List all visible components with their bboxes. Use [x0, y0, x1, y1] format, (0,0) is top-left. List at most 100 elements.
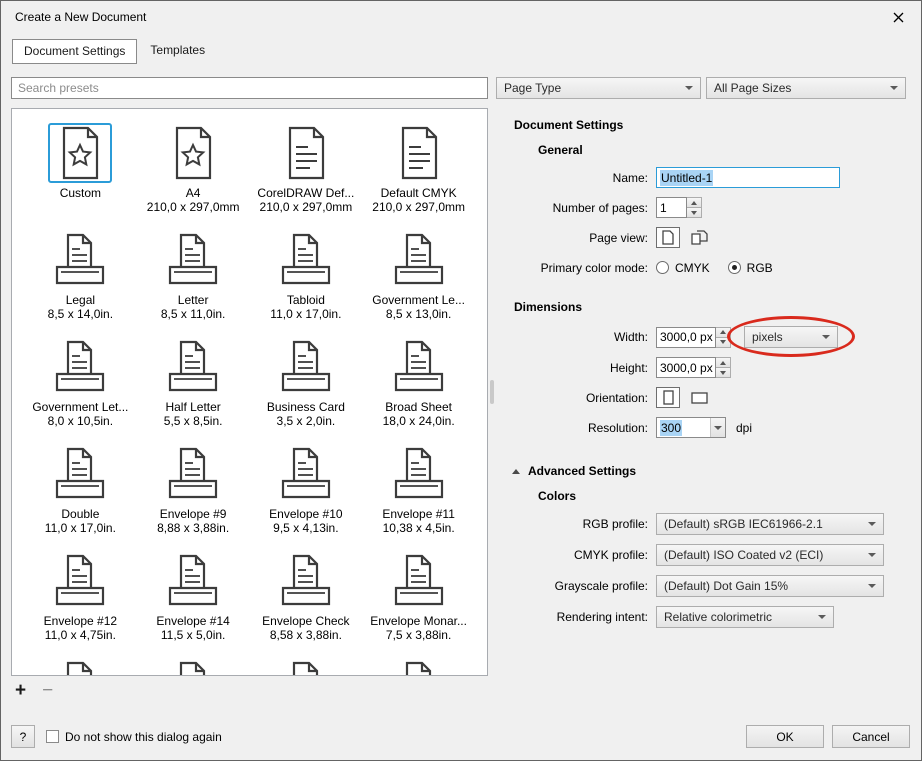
preset-item-envelope-10[interactable]: Envelope #10 9,5 x 4,13in.: [250, 444, 363, 551]
preset-item-partial[interactable]: [250, 658, 363, 675]
preset-size: 8,58 x 3,88in.: [269, 628, 342, 642]
resolution-dropdown[interactable]: 300: [656, 417, 726, 438]
page-view-single-button[interactable]: [656, 227, 680, 248]
preset-item-custom[interactable]: Custom: [24, 123, 137, 230]
preset-item-tabloid[interactable]: Tabloid 11,0 x 17,0in.: [250, 230, 363, 337]
preset-item-government-let[interactable]: Government Let... 8,0 x 10,5in.: [24, 337, 137, 444]
spin-up-button[interactable]: [716, 357, 731, 368]
spin-down-button[interactable]: [716, 337, 731, 348]
rgb-radio-label: RGB: [746, 260, 773, 275]
orientation-label: Orientation:: [585, 390, 648, 405]
advanced-settings-header[interactable]: Advanced Settings: [512, 464, 905, 478]
preset-item-legal[interactable]: Legal 8,5 x 14,0in.: [24, 230, 137, 337]
dropdown-arrow[interactable]: [710, 418, 725, 437]
arrow-up-icon: [720, 330, 726, 334]
resolution-value-wrap: 300: [657, 418, 710, 437]
spin-up-button[interactable]: [687, 197, 702, 208]
tab-templates[interactable]: Templates: [139, 39, 216, 64]
spin-down-button[interactable]: [716, 368, 731, 378]
orientation-portrait-button[interactable]: [656, 387, 680, 408]
settings-heading: Document Settings: [514, 118, 624, 132]
preset-item-half-letter[interactable]: Half Letter 5,5 x 8,5in.: [137, 337, 250, 444]
preset-size: 5,5 x 8,5in.: [163, 414, 223, 428]
intent-value: Relative colorimetric: [664, 610, 773, 624]
preset-item-partial[interactable]: [362, 658, 475, 675]
page-view-facing-button[interactable]: [687, 227, 711, 248]
advanced-heading: Advanced Settings: [528, 464, 637, 478]
preset-item-government-le[interactable]: Government Le... 8,5 x 13,0in.: [362, 230, 475, 337]
arrow-down-icon: [691, 210, 697, 215]
remove-preset-button[interactable]: −: [42, 681, 53, 700]
preset-name: Legal: [65, 293, 96, 307]
cmyk-radio[interactable]: CMYK: [656, 261, 710, 275]
preset-size: 11,0 x 17,0in.: [270, 307, 342, 321]
ok-button[interactable]: OK: [746, 725, 824, 748]
preset-name: Government Le...: [372, 293, 465, 307]
close-icon[interactable]: [883, 4, 913, 30]
help-button[interactable]: ?: [11, 725, 35, 748]
height-input[interactable]: 3000,0 px: [656, 357, 716, 378]
name-input[interactable]: Untitled-1: [656, 167, 840, 188]
tray-document-icon: [48, 658, 112, 675]
tab-document-settings[interactable]: Document Settings: [12, 39, 138, 64]
name-row: Name: Untitled-1: [506, 167, 905, 188]
width-input[interactable]: 3000,0 px: [656, 326, 716, 348]
search-input[interactable]: [11, 77, 488, 99]
preset-item-business-card[interactable]: Business Card 3,5 x 2,0in.: [250, 337, 363, 444]
rgb-profile-value: (Default) sRGB IEC61966-2.1: [664, 517, 823, 531]
tray-document-icon: [274, 658, 338, 675]
pages-value: 1: [660, 200, 667, 215]
cmyk-profile-dropdown[interactable]: (Default) ISO Coated v2 (ECI): [656, 544, 884, 566]
preset-item-partial[interactable]: [137, 658, 250, 675]
collapse-icon[interactable]: [512, 468, 520, 474]
preset-item-envelope-12[interactable]: Envelope #12 11,0 x 4,75in.: [24, 551, 137, 658]
color-mode-row: Primary color mode: CMYK RGB: [506, 257, 905, 278]
preset-item-default-cmyk[interactable]: Default CMYK 210,0 x 297,0mm: [362, 123, 475, 230]
preset-item-letter[interactable]: Letter 8,5 x 11,0in.: [137, 230, 250, 337]
arrow-up-icon: [720, 360, 726, 365]
add-preset-button[interactable]: +: [15, 681, 26, 700]
resolution-label: Resolution:: [587, 420, 648, 435]
panel-splitter[interactable]: [488, 108, 496, 676]
preset-item-broad-sheet[interactable]: Broad Sheet 18,0 x 24,0in.: [362, 337, 475, 444]
preset-item-envelope-11[interactable]: Envelope #11 10,38 x 4,5in.: [362, 444, 475, 551]
lines-document-icon: [387, 123, 451, 183]
grayscale-profile-dropdown[interactable]: (Default) Dot Gain 15%: [656, 575, 884, 597]
preset-item-envelope-14[interactable]: Envelope #14 11,5 x 5,0in.: [137, 551, 250, 658]
height-spinner: [716, 357, 731, 378]
rendering-intent-dropdown[interactable]: Relative colorimetric: [656, 606, 834, 628]
page-type-dropdown[interactable]: Page Type: [496, 77, 701, 99]
preset-item-double[interactable]: Double 11,0 x 17,0in.: [24, 444, 137, 551]
pages-spinner: [687, 197, 702, 218]
presets-panel: Custom A4 210,0 x 297,0mm CorelDRAW Def... 2…: [11, 108, 488, 676]
tray-document-icon: [274, 230, 338, 290]
cmyk-profile-label: CMYK profile:: [573, 548, 648, 562]
dont-show-checkbox[interactable]: [46, 730, 59, 743]
page-sizes-dropdown[interactable]: All Page Sizes: [706, 77, 906, 99]
settings-panel: Document Settings General Name: Untitled…: [496, 108, 911, 676]
preset-item-envelope-monar[interactable]: Envelope Monar... 7,5 x 3,88in.: [362, 551, 475, 658]
preset-name: Envelope #10: [269, 507, 343, 521]
preset-size: 9,5 x 4,13in.: [273, 521, 339, 535]
tray-document-icon: [387, 230, 451, 290]
preset-size: 11,0 x 4,75in.: [44, 628, 116, 642]
preset-item-envelope-9[interactable]: Envelope #9 8,88 x 3,88in.: [137, 444, 250, 551]
pages-input[interactable]: 1: [656, 197, 687, 218]
orientation-landscape-button[interactable]: [687, 387, 711, 408]
dont-show-label: Do not show this dialog again: [65, 729, 222, 744]
preset-item-a4[interactable]: A4 210,0 x 297,0mm: [137, 123, 250, 230]
rgb-profile-dropdown[interactable]: (Default) sRGB IEC61966-2.1: [656, 513, 884, 535]
rgb-radio[interactable]: RGB: [727, 260, 773, 275]
chevron-down-icon: [818, 615, 826, 619]
preset-item-partial[interactable]: [24, 658, 137, 675]
spin-up-button[interactable]: [716, 326, 731, 338]
units-dropdown[interactable]: pixels: [744, 326, 838, 348]
preset-item-envelope-check[interactable]: Envelope Check 8,58 x 3,88in.: [250, 551, 363, 658]
width-row: Width: 3000,0 px pixels: [506, 316, 905, 357]
preset-size: 11,0 x 17,0in.: [44, 521, 116, 535]
tray-document-icon: [161, 658, 225, 675]
spin-down-button[interactable]: [687, 208, 702, 218]
preset-item-coreldraw-def[interactable]: CorelDRAW Def... 210,0 x 297,0mm: [250, 123, 363, 230]
cancel-button[interactable]: Cancel: [832, 725, 910, 748]
tab-bar: Document Settings Templates: [1, 39, 921, 64]
